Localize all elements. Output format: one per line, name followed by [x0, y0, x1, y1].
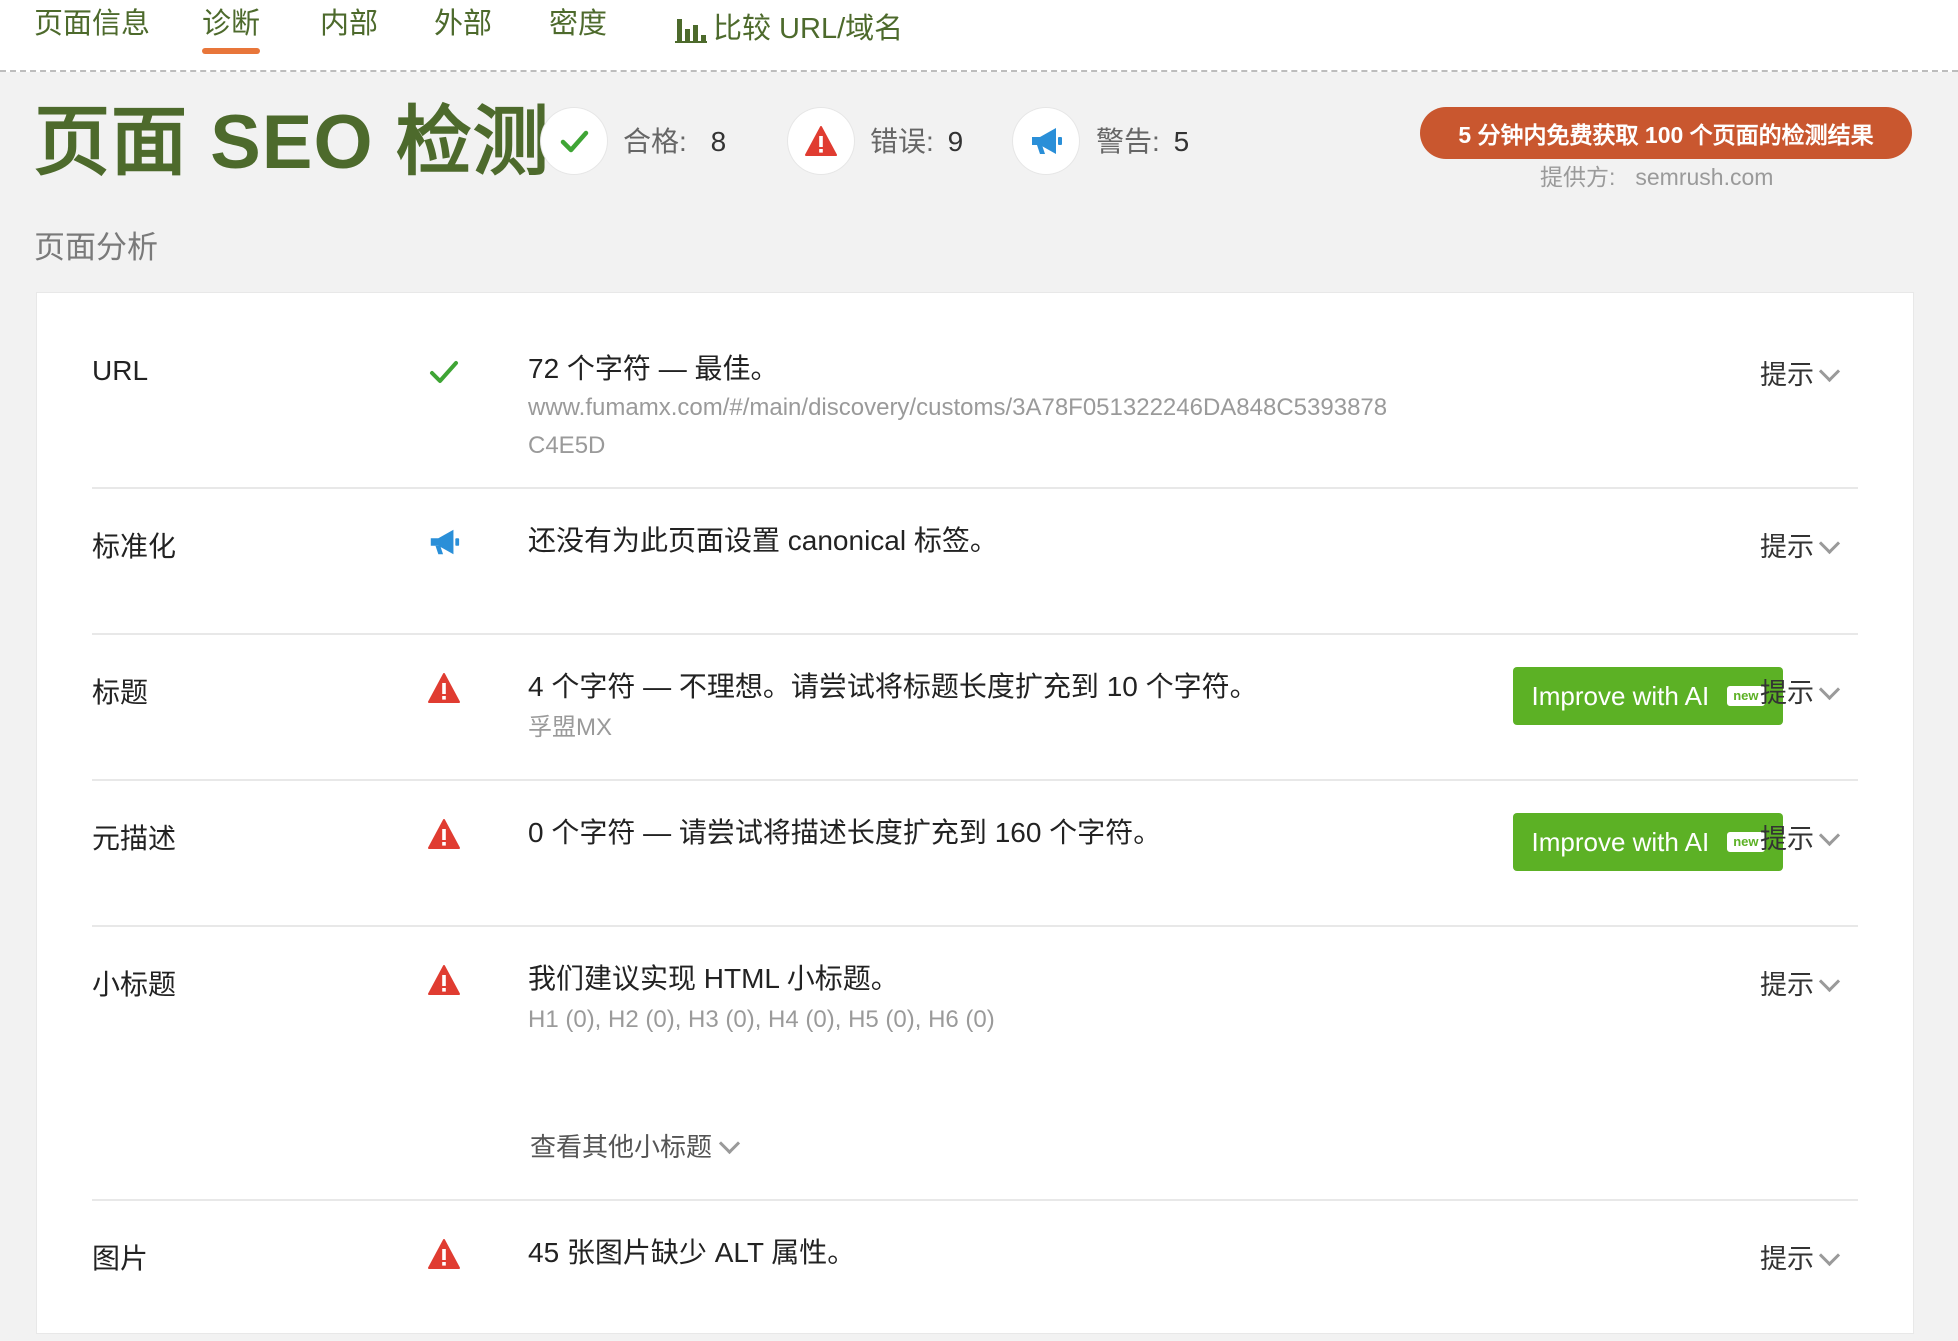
warning-stat: 警告: 5 [1096, 122, 1189, 162]
hint-label: 提示 [1760, 1244, 1814, 1274]
chevron-down-icon [1818, 360, 1841, 382]
warning-label: 警告: [1096, 126, 1160, 157]
more-label: 查看其他小标题 [530, 1132, 713, 1162]
tab-diagnosis[interactable]: 诊断 [202, 6, 261, 54]
warning-count: 5 [1173, 126, 1190, 157]
chevron-down-icon [1818, 678, 1841, 700]
chevron-down-icon [718, 1132, 741, 1154]
error-stat-badge [788, 108, 854, 174]
row-message: 72 个字符 — 最佳。 [528, 353, 779, 384]
row-detail: www.fumamx.com/#/main/discovery/customs/… [528, 394, 1388, 421]
bar-chart-icon [675, 15, 707, 43]
row-label: 标准化 [92, 531, 177, 562]
pass-stat-badge [541, 108, 607, 174]
error-stat: 错误: 9 [870, 122, 963, 162]
warning-stat-badge [1013, 108, 1079, 174]
new-badge: new [1727, 686, 1765, 706]
warning-triangle-icon [428, 965, 460, 995]
page-title: 页面 SEO 检测 [34, 100, 550, 185]
provider-label: 提供方: [1540, 164, 1616, 190]
provider-host[interactable]: semrush.com [1635, 164, 1773, 190]
warning-triangle-icon [428, 1239, 460, 1269]
improve-label: Improve with AI [1531, 826, 1710, 857]
warning-triangle-icon [428, 673, 460, 703]
tab-page-info[interactable]: 页面信息 [34, 6, 150, 52]
free-audit-promo-button[interactable]: 5 分钟内免费获取 100 个页面的检测结果 [1420, 107, 1912, 159]
tab-compare-url[interactable]: 比较 URL/域名 [675, 6, 903, 52]
warning-triangle-icon [428, 819, 460, 849]
hint-label: 提示 [1760, 824, 1814, 854]
chevron-down-icon [1818, 1244, 1841, 1266]
hint-label: 提示 [1760, 970, 1814, 1000]
error-count: 9 [947, 126, 964, 157]
row-label: 标题 [92, 677, 149, 708]
row-label: 小标题 [92, 969, 177, 1000]
improve-with-ai-button[interactable]: Improve with AI new [1513, 667, 1783, 725]
chevron-down-icon [1818, 532, 1841, 554]
row-message: 我们建议实现 HTML 小标题。 [528, 963, 899, 994]
analysis-row-meta-description: 元描述 0 个字符 — 请尝试将描述长度扩充到 160 个字符。 Improve… [92, 781, 1858, 927]
tab-internal[interactable]: 内部 [320, 6, 378, 52]
pass-count: 8 [710, 126, 727, 157]
megaphone-icon [1032, 128, 1062, 154]
section-title: 页面分析 [34, 230, 158, 265]
tab-density[interactable]: 密度 [549, 6, 607, 52]
check-icon [430, 361, 458, 383]
hint-toggle[interactable]: 提示 [1760, 355, 1841, 395]
analysis-row-title: 标题 4 个字符 — 不理想。请尝试将标题长度扩充到 10 个字符。 孚盟MX … [92, 635, 1858, 781]
row-detail: 孚盟MX [528, 714, 612, 741]
provider-credit: 提供方: semrush.com [1540, 160, 1773, 194]
analysis-row-images: 图片 45 张图片缺少 ALT 属性。 提示 [92, 1201, 1858, 1341]
hint-toggle[interactable]: 提示 [1760, 527, 1841, 567]
hint-toggle[interactable]: 提示 [1760, 1239, 1841, 1279]
megaphone-icon [430, 529, 460, 555]
analysis-row-headings: 小标题 我们建议实现 HTML 小标题。 H1 (0), H2 (0), H3 … [92, 927, 1858, 1201]
analysis-row-url: URL 72 个字符 — 最佳。 www.fumamx.com/#/main/d… [92, 293, 1858, 489]
analysis-row-canonical: 标准化 还没有为此页面设置 canonical 标签。 提示 [92, 489, 1858, 635]
hint-label: 提示 [1760, 360, 1814, 390]
check-icon [560, 130, 589, 153]
error-label: 错误: [870, 126, 934, 157]
improve-label: Improve with AI [1531, 680, 1710, 711]
row-label: URL [92, 355, 149, 386]
row-detail: C4E5D [528, 432, 606, 459]
show-more-headings-link[interactable]: 查看其他小标题 [530, 1127, 741, 1167]
hint-toggle[interactable]: 提示 [1760, 819, 1841, 859]
hint-toggle[interactable]: 提示 [1760, 965, 1841, 1005]
compare-label: 比较 URL/域名 [713, 13, 904, 45]
row-label: 元描述 [92, 823, 177, 854]
row-message: 45 张图片缺少 ALT 属性。 [528, 1237, 856, 1268]
new-badge: new [1727, 832, 1765, 852]
analysis-card: URL 72 个字符 — 最佳。 www.fumamx.com/#/main/d… [36, 292, 1914, 1334]
chevron-down-icon [1818, 824, 1841, 846]
top-nav: 页面信息 诊断 内部 外部 密度 比较 URL/域名 [0, 0, 1958, 72]
row-label: 图片 [92, 1243, 149, 1274]
pass-stat: 合格: 8 [623, 122, 726, 162]
row-message: 0 个字符 — 请尝试将描述长度扩充到 160 个字符。 [528, 817, 1162, 848]
warning-triangle-icon [805, 126, 837, 156]
pass-label: 合格: [623, 126, 687, 157]
hint-label: 提示 [1760, 532, 1814, 562]
hint-label: 提示 [1760, 678, 1814, 708]
row-message: 还没有为此页面设置 canonical 标签。 [528, 525, 998, 556]
tab-external[interactable]: 外部 [434, 6, 492, 52]
improve-with-ai-button[interactable]: Improve with AI new [1513, 813, 1783, 871]
row-detail: H1 (0), H2 (0), H3 (0), H4 (0), H5 (0), … [528, 1006, 995, 1033]
row-message: 4 个字符 — 不理想。请尝试将标题长度扩充到 10 个字符。 [528, 671, 1258, 702]
hint-toggle[interactable]: 提示 [1760, 673, 1841, 713]
chevron-down-icon [1818, 970, 1841, 992]
